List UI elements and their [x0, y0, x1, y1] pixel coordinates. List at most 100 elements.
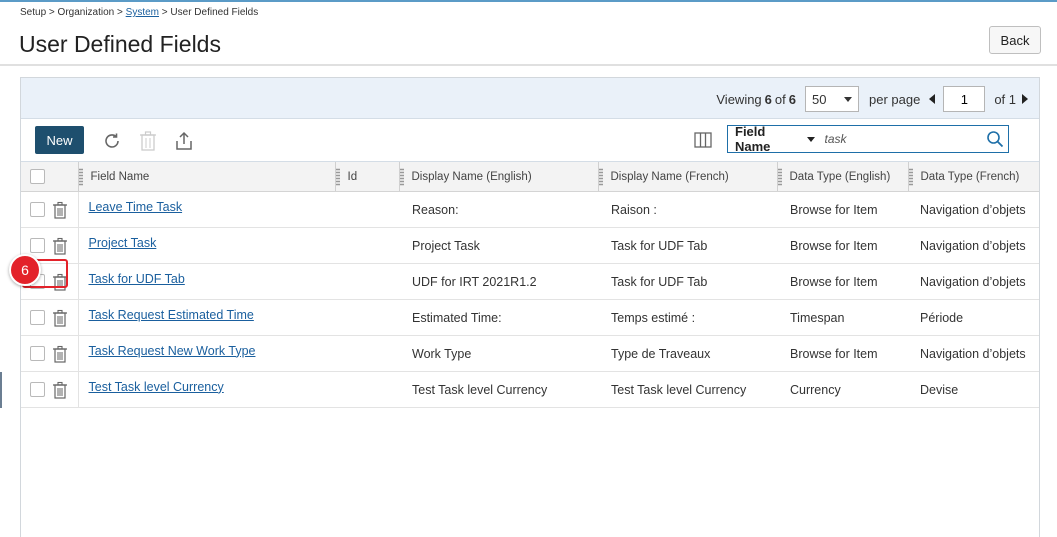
- pager-bar: Viewing 6 of 6 50 per page of 1: [21, 78, 1039, 119]
- cell-id: [335, 335, 399, 372]
- row-controls: [21, 299, 79, 336]
- row-checkbox[interactable]: [30, 346, 45, 361]
- column-header-type-fr[interactable]: Data Type (French): [907, 162, 1039, 192]
- column-grip-icon[interactable]: [78, 167, 83, 186]
- cell-field-name: Project Task: [78, 227, 335, 264]
- viewing-label: Viewing: [716, 91, 762, 107]
- field-name-link[interactable]: Task Request Estimated Time: [89, 308, 254, 322]
- trash-icon[interactable]: [52, 309, 68, 327]
- column-grip-icon[interactable]: [598, 167, 603, 186]
- cell-field-name: Task Request New Work Type: [78, 335, 335, 372]
- viewing-of-label: of: [774, 91, 786, 107]
- row-checkbox[interactable]: [30, 202, 45, 217]
- column-grip-icon[interactable]: [399, 167, 404, 186]
- chevron-down-icon: [806, 136, 815, 142]
- step-badge: 6: [9, 253, 41, 286]
- breadcrumb-separator: >: [159, 7, 171, 18]
- breadcrumb-separator: >: [46, 7, 58, 18]
- columns-icon[interactable]: [694, 131, 712, 154]
- select-all-checkbox[interactable]: [30, 169, 45, 184]
- viewing-total: 6: [788, 91, 796, 107]
- cell-id: [335, 371, 399, 408]
- cell-display-fr: Raison :: [598, 191, 777, 228]
- cell-display-fr: Task for UDF Tab: [598, 227, 777, 264]
- breadcrumb-system-link[interactable]: System: [126, 7, 159, 18]
- field-name-link[interactable]: Leave Time Task: [89, 200, 183, 214]
- trash-icon[interactable]: [52, 381, 68, 399]
- export-icon[interactable]: [173, 130, 195, 152]
- select-all-header: [21, 162, 78, 192]
- cell-type-en: Browse for Item: [777, 335, 908, 372]
- cell-type-fr: Navigation d’objets: [908, 191, 1039, 228]
- column-header-field-name[interactable]: Field Name: [77, 162, 335, 192]
- cell-id: [335, 227, 399, 264]
- table-row[interactable]: 6 Task for UDF Tab UDF for IRT 2021R1.2 Tas…: [9, 253, 1039, 300]
- table-row[interactable]: Test Task level Currency Test Task level …: [21, 371, 1039, 408]
- cell-type-en: Currency: [777, 371, 908, 408]
- cell-field-name: Task Request Estimated Time: [78, 299, 335, 336]
- cell-type-fr: Période: [908, 299, 1039, 336]
- trash-icon[interactable]: [52, 237, 68, 255]
- field-name-link[interactable]: Project Task: [89, 236, 157, 250]
- search-field-select[interactable]: Field Name: [735, 124, 815, 154]
- new-button[interactable]: New: [35, 126, 84, 154]
- field-name-link[interactable]: Test Task level Currency: [89, 380, 224, 394]
- refresh-icon[interactable]: [101, 130, 123, 152]
- table-row[interactable]: Leave Time Task Reason: Raison : Browse for…: [21, 191, 1039, 228]
- column-header-type-en[interactable]: Data Type (English): [776, 162, 908, 192]
- column-grip-icon[interactable]: [908, 167, 913, 186]
- column-label: Display Name (French): [610, 170, 729, 183]
- column-header-id[interactable]: Id: [334, 162, 399, 192]
- grid-toolbar: New Field Name: [21, 120, 1039, 162]
- cell-display-en: Work Type: [399, 335, 598, 372]
- table-row[interactable]: Project Task Project Task Task for UDF Tab…: [21, 227, 1039, 264]
- udf-table: Field Name Id Display Name (English) Dis…: [9, 162, 1039, 408]
- cell-id: [335, 263, 399, 300]
- row-checkbox[interactable]: [30, 382, 45, 397]
- column-label: Data Type (English): [789, 170, 891, 183]
- column-label: Display Name (English): [411, 170, 532, 183]
- cell-type-fr: Navigation d’objets: [908, 263, 1039, 300]
- header-divider: [0, 64, 1057, 66]
- column-grip-icon[interactable]: [777, 167, 782, 186]
- page-number-input[interactable]: [943, 86, 986, 112]
- column-header-display-fr[interactable]: Display Name (French): [597, 162, 777, 192]
- search-field-label: Field Name: [735, 124, 771, 154]
- page-title: User Defined Fields: [19, 31, 221, 57]
- breadcrumb-setup[interactable]: Setup: [20, 7, 46, 18]
- cell-display-fr: Test Task level Currency: [598, 371, 777, 408]
- delete-icon[interactable]: [137, 130, 159, 152]
- breadcrumb-separator: >: [114, 7, 126, 18]
- table-row[interactable]: Task Request New Work Type Work Type Type …: [21, 335, 1039, 372]
- per-page-select[interactable]: 50: [804, 86, 859, 112]
- column-label: Data Type (French): [920, 170, 1020, 183]
- table-header-row: Field Name Id Display Name (English) Dis…: [21, 162, 1039, 192]
- next-page-icon[interactable]: [1022, 94, 1028, 104]
- cell-display-fr: Task for UDF Tab: [598, 263, 777, 300]
- search-icon[interactable]: [986, 130, 1004, 153]
- breadcrumb-organization[interactable]: Organization: [58, 7, 115, 18]
- table-row[interactable]: Task Request Estimated Time Estimated Tim…: [21, 299, 1039, 336]
- cell-field-name: Task for UDF Tab: [78, 263, 335, 300]
- cell-display-en: Reason:: [399, 191, 598, 228]
- breadcrumb-current: User Defined Fields: [170, 7, 259, 18]
- left-edge-marker: [0, 372, 2, 408]
- per-page-value: 50: [811, 91, 827, 107]
- cell-id: [335, 191, 399, 228]
- field-name-link[interactable]: Task for UDF Tab: [89, 272, 185, 286]
- row-checkbox[interactable]: [30, 310, 45, 325]
- trash-icon[interactable]: [52, 201, 68, 219]
- row-controls: [21, 335, 79, 372]
- previous-page-icon[interactable]: [929, 94, 936, 104]
- column-label: Id: [347, 170, 358, 183]
- row-checkbox[interactable]: [30, 238, 45, 253]
- column-grip-icon[interactable]: [335, 167, 340, 186]
- back-button[interactable]: Back: [989, 26, 1041, 54]
- field-name-link[interactable]: Task Request New Work Type: [89, 344, 256, 358]
- per-page-label: per page: [868, 91, 921, 107]
- cell-field-name: Test Task level Currency: [78, 371, 335, 408]
- search-input[interactable]: [824, 132, 1008, 146]
- column-header-display-en[interactable]: Display Name (English): [398, 162, 598, 192]
- cell-display-en: Test Task level Currency: [399, 371, 598, 408]
- trash-icon[interactable]: [52, 345, 68, 363]
